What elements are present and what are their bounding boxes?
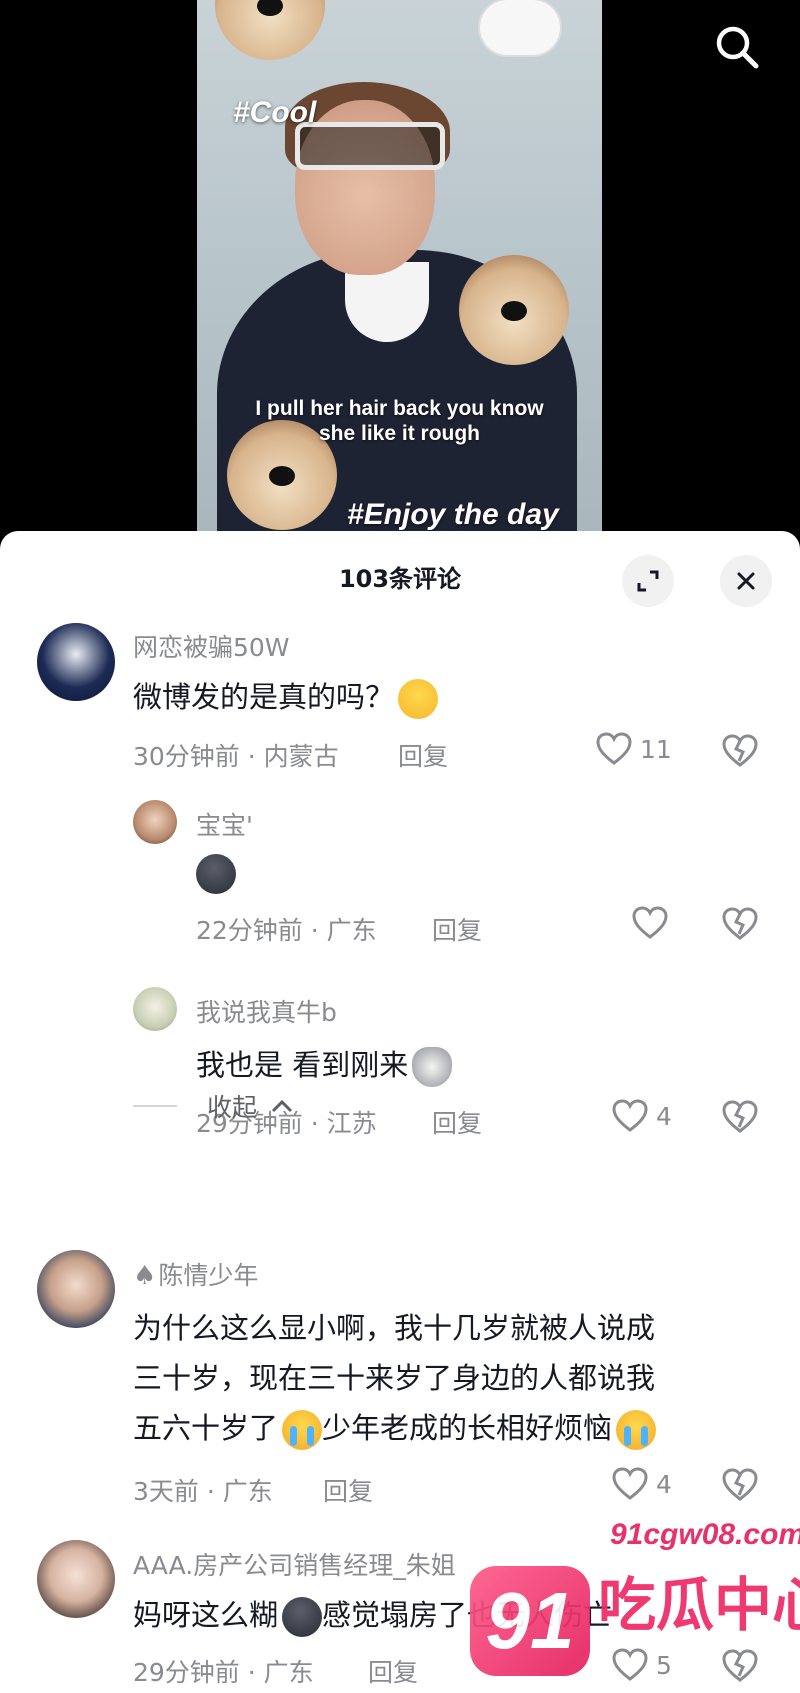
dislike-button[interactable] [722, 734, 758, 772]
comment-text-content: 我也是 看到刚来 [196, 1048, 409, 1082]
dog-sticker-top [215, 0, 325, 60]
like-button[interactable]: 4 [612, 1099, 672, 1133]
comment-text-content: 微博发的是真的吗？ [133, 680, 395, 714]
heart-icon [632, 906, 668, 939]
collapse-divider [133, 1105, 177, 1107]
heart-icon [596, 732, 632, 765]
heart-icon [612, 1467, 648, 1500]
comment-text: 我也是 看到刚来 [196, 1040, 453, 1090]
comments-header: 103条评论 [0, 531, 800, 621]
video-player[interactable]: #Cool I pull her hair back you know she … [0, 0, 800, 540]
video-tag-enjoy: #Enjoy the day [347, 498, 559, 531]
sunglasses-sticker [295, 122, 445, 170]
expand-icon [637, 570, 659, 592]
heart-icon [612, 1099, 648, 1132]
comment-username[interactable]: 宝宝' [196, 806, 253, 842]
like-count: 4 [656, 1469, 672, 1499]
comment-text: 为什么这么显小啊，我十几岁就被人说成 三十岁，现在三十来岁了身边的人都说我 五六… [133, 1303, 763, 1453]
reply-button[interactable]: 回复 [432, 911, 482, 947]
comment-text-line: 为什么这么显小啊，我十几岁就被人说成 [133, 1311, 656, 1345]
collapse-replies-button[interactable]: 收起 [133, 1088, 293, 1124]
comment-meta: 3天前 · 广东 [133, 1477, 273, 1506]
comment-text-segment: 少年老成的长相好烦恼 [322, 1411, 613, 1445]
like-button[interactable]: 4 [612, 1467, 672, 1501]
dark-face-emoji-icon [196, 854, 236, 894]
laughing-crying-emoji-icon [398, 679, 439, 719]
comment-text-segment: 妈呀这么糊 [133, 1598, 279, 1632]
dislike-button[interactable] [722, 907, 758, 945]
comment-username[interactable]: 网恋被骗50W [133, 628, 290, 664]
avatar[interactable] [37, 1250, 115, 1328]
avatar[interactable] [37, 623, 115, 701]
comment-username[interactable]: ♠陈情少年 [133, 1256, 258, 1292]
husky-dog-emoji-icon [412, 1047, 453, 1087]
collapse-label: 收起 [207, 1093, 258, 1122]
dark-face-emoji-icon [282, 1597, 323, 1637]
comment-meta: 22分钟前 · 广东 [196, 916, 377, 945]
broken-heart-icon [722, 907, 758, 940]
reply-button[interactable]: 回复 [432, 1104, 482, 1140]
loudly-crying-emoji-icon [282, 1410, 323, 1450]
watermark-logo: 91 [470, 1566, 590, 1676]
expand-button[interactable] [622, 555, 674, 607]
spade-icon: ♠ [133, 1261, 157, 1291]
like-button[interactable] [632, 906, 668, 940]
avatar[interactable] [37, 1540, 115, 1618]
reply-button[interactable]: 回复 [368, 1653, 418, 1689]
comment-username[interactable]: 我说我真牛b [196, 993, 337, 1029]
like-count: 11 [640, 734, 672, 764]
video-tag-cool: #Cool [233, 96, 317, 129]
dog-sticker-right [459, 255, 569, 365]
watermark-text: 吃瓜中心 [598, 1571, 800, 1639]
watermark-site: 91cgw08.com [610, 1518, 800, 1551]
comment-username-text: 陈情少年 [158, 1261, 259, 1290]
cloud-sticker [480, 0, 560, 55]
comments-count-title: 103条评论 [338, 565, 462, 593]
video-lyric-caption: I pull her hair back you know she like i… [255, 397, 544, 445]
video-frame[interactable]: #Cool I pull her hair back you know she … [197, 0, 602, 540]
reply-button[interactable]: 回复 [398, 737, 448, 773]
comment-meta: 29分钟前 · 广东 [133, 1658, 314, 1687]
avatar[interactable] [133, 987, 177, 1031]
comment-meta: 30分钟前 · 内蒙古 [133, 742, 339, 771]
comment-text [196, 847, 236, 897]
dislike-button[interactable] [722, 1468, 758, 1506]
broken-heart-icon [722, 734, 758, 767]
broken-heart-icon [722, 1100, 758, 1133]
comment-text-line: 五六十岁了 少年老成的长相好烦恼 [133, 1403, 763, 1453]
like-count: 4 [656, 1101, 672, 1131]
chevron-up-icon [271, 1099, 293, 1113]
comment-text: 微博发的是真的吗？ [133, 672, 439, 722]
watermark: 91cgw08.com 91 吃瓜中心 [470, 1518, 800, 1693]
broken-heart-icon [722, 1468, 758, 1501]
search-icon[interactable] [712, 22, 762, 72]
comment-text-line: 三十岁，现在三十来岁了身边的人都说我 [133, 1361, 656, 1395]
comment-username[interactable]: AAA.房产公司销售经理_朱姐 [133, 1546, 456, 1582]
dislike-button[interactable] [722, 1100, 758, 1138]
close-icon [737, 572, 755, 590]
close-button[interactable] [720, 555, 772, 607]
avatar[interactable] [133, 800, 177, 844]
loudly-crying-emoji-icon [616, 1410, 657, 1450]
reply-button[interactable]: 回复 [323, 1472, 373, 1508]
comment-text-segment: 五六十岁了 [133, 1411, 279, 1445]
like-button[interactable]: 11 [596, 732, 672, 766]
